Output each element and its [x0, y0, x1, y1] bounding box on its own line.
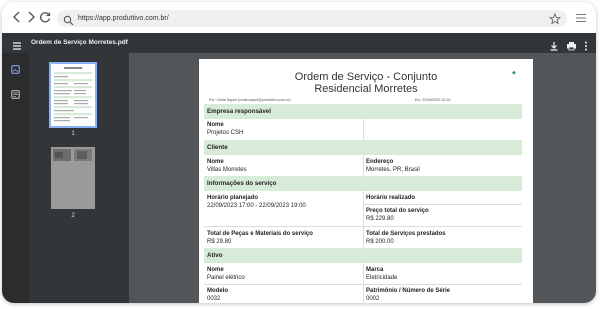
preco-total-label: Preço total do serviço: [366, 208, 429, 214]
page-corner-mark-icon: ◆: [512, 70, 516, 76]
page-number-1: 1: [71, 131, 75, 137]
section-servico-title: Informações do serviço: [207, 180, 277, 187]
empresa-nome-value: Projetos CSH: [207, 130, 244, 136]
modelo-value: 0032: [207, 296, 221, 302]
document-title-line-2: Residencial Morretes: [314, 83, 418, 95]
horario-realizado-label: Horário realizado: [366, 195, 416, 201]
section-cliente-title: Cliente: [207, 144, 228, 151]
total-pecas-value: R$ 29.80: [207, 239, 232, 245]
page-thumbnail-2-preview: [53, 149, 92, 161]
document-author: Por: Cintia Sayuri (cintia.sayuri@produt…: [209, 98, 291, 102]
page-number-2: 2: [71, 213, 75, 219]
document-title-line-1: Ordem de Serviço - Conjunto: [294, 71, 438, 83]
page-thumbnail-1[interactable]: [49, 62, 97, 128]
forward-icon[interactable]: [24, 10, 38, 24]
table-divider: [363, 204, 522, 205]
thumbnails-panel: 1 2: [29, 53, 129, 303]
modelo-label: Modelo: [207, 288, 228, 294]
browser-window: https://app.produttivo.com.br/ Ordem de …: [2, 2, 596, 303]
table-divider: [363, 155, 364, 176]
section-ativo-title: Ativo: [207, 252, 223, 259]
page-thumbnail-1-preview: [54, 67, 92, 122]
section-empresa: Empresa responsável: [204, 104, 522, 119]
marca-label: Marca: [366, 267, 384, 273]
total-servicos-value: R$ 200.00: [366, 239, 394, 245]
pdf-viewer-toolbar: Ordem de Serviço Morretes.pdf: [2, 33, 596, 53]
marca-value: Eletricidade: [366, 275, 398, 281]
endereco-label: Endereço: [366, 159, 394, 165]
pdf-main-view[interactable]: Ordem de Serviço - Conjunto Residencial …: [129, 53, 596, 303]
search-icon: [63, 13, 74, 31]
section-empresa-title: Empresa responsável: [207, 108, 271, 115]
endereco-value: Morretes, PR, Brasil: [366, 167, 420, 173]
ativo-nome-label: Nome: [207, 267, 224, 273]
document-date: Em: 22/09/2023 15:16: [415, 98, 451, 102]
ativo-nome-value: Painel elétrico: [207, 275, 245, 281]
section-ativo: Ativo: [204, 248, 522, 263]
section-servico: Informações do serviço: [204, 176, 522, 191]
url-text: https://app.produttivo.com.br/: [78, 15, 169, 22]
cliente-nome-label: Nome: [207, 159, 224, 165]
reload-icon[interactable]: [38, 10, 52, 24]
address-bar[interactable]: https://app.produttivo.com.br/: [57, 10, 567, 27]
thumbnails-view-icon[interactable]: [11, 61, 20, 79]
cliente-nome-value: Villas Morretes: [207, 167, 247, 173]
patrimonio-label: Patrimônio / Número de Série: [366, 288, 451, 294]
empresa-nome-label: Nome: [207, 122, 224, 128]
patrimonio-value: 0002: [366, 296, 380, 302]
table-divider: [204, 226, 522, 227]
preco-total-value: R$ 229.80: [366, 216, 394, 222]
document-outline-icon[interactable]: [11, 86, 20, 104]
sidebar-rail: [2, 53, 29, 303]
table-divider: [363, 119, 364, 140]
browser-toolbar: https://app.produttivo.com.br/: [2, 2, 596, 33]
pdf-page: Ordem de Serviço - Conjunto Residencial …: [199, 59, 533, 303]
back-icon[interactable]: [10, 10, 24, 24]
pdf-file-title: Ordem de Serviço Morretes.pdf: [31, 39, 128, 46]
bookmark-star-icon[interactable]: [548, 12, 562, 30]
page-thumbnail-2[interactable]: [51, 147, 95, 209]
total-servicos-label: Total de Serviços prestados: [366, 231, 446, 237]
table-divider: [363, 263, 364, 303]
browser-menu-icon[interactable]: [575, 11, 587, 29]
horario-planejado-value: 22/09/2023 17:00 - 22/09/2023 19:00: [207, 203, 306, 209]
section-cliente: Cliente: [204, 140, 522, 155]
horario-planejado-label: Horário planejado: [207, 195, 259, 201]
total-pecas-label: Total de Peças e Materiais do serviço: [207, 231, 313, 237]
document-title: Ordem de Serviço - Conjunto Residencial …: [199, 71, 533, 95]
